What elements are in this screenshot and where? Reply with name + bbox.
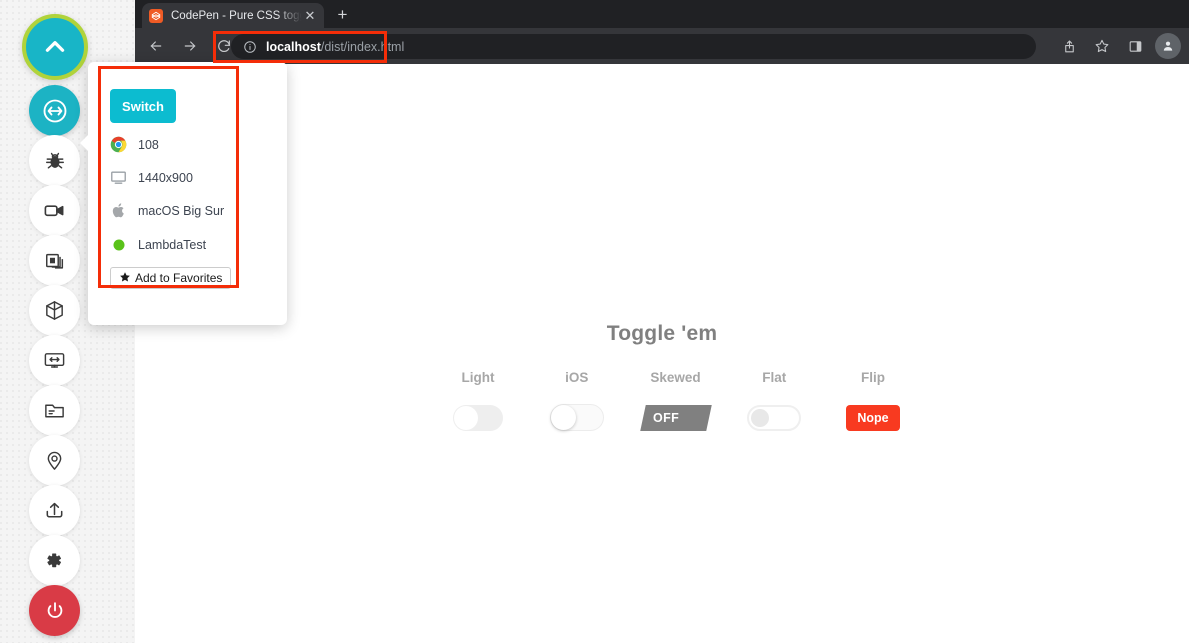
star-icon (119, 271, 131, 286)
tab-title: CodePen - Pure CSS toggle bu (171, 9, 303, 22)
browser-toolbar: localhost/dist/index.html (135, 28, 1189, 64)
sidebar-item-upload[interactable] (29, 485, 80, 536)
power-icon (44, 600, 66, 622)
add-to-favorites-label: Add to Favorites (135, 271, 223, 285)
sidebar-item-power-off[interactable] (29, 585, 80, 636)
toggle-label: Flat (762, 370, 787, 385)
cube-icon (43, 299, 66, 322)
info-circle-icon (243, 40, 257, 54)
gear-icon (43, 549, 66, 572)
toolbar-right-icons (1049, 28, 1181, 64)
toggle-label: Light (461, 370, 495, 385)
bug-icon (44, 150, 66, 172)
sidebar-item-responsive[interactable] (29, 335, 80, 386)
tab-strip: CodePen - Pure CSS toggle bu ✕ + (135, 0, 1189, 28)
lambdatest-logo[interactable] (22, 14, 88, 80)
popup-row-os: macOS Big Sur (110, 202, 224, 219)
toggle-label: Skewed (650, 370, 701, 385)
address-bar[interactable]: localhost/dist/index.html (231, 34, 1036, 59)
sidebar-item-bug-report[interactable] (29, 135, 80, 186)
add-to-favorites-button[interactable]: Add to Favorites (110, 267, 232, 289)
share-icon[interactable] (1056, 33, 1082, 59)
toggle-skewed: Skewed OFF (630, 370, 722, 431)
sidebar-item-screenshot[interactable] (29, 235, 80, 286)
profile-avatar[interactable] (1155, 33, 1181, 59)
lambdatest-extension-popup: Switch 108 1440x900 macOS Big Sur Lambda… (88, 62, 287, 325)
popup-row-label: 108 (138, 137, 159, 152)
popup-row-browser: 108 (110, 136, 159, 153)
popup-row-account: LambdaTest (110, 236, 206, 253)
tab-close-icon[interactable]: ✕ (303, 9, 317, 23)
forward-button[interactable] (177, 33, 203, 59)
toggle-flip: Flip Nope (827, 370, 919, 431)
sidebar-item-cube[interactable] (29, 285, 80, 336)
sidebar-item-record-video[interactable] (29, 185, 80, 236)
location-pin-icon (43, 449, 66, 472)
light-switch[interactable] (453, 404, 503, 431)
browser-window: CodePen - Pure CSS toggle bu ✕ + (135, 0, 1189, 643)
sidebar-item-settings[interactable] (29, 535, 80, 586)
skewed-switch-state: OFF (652, 410, 679, 425)
sync-switch-icon (41, 97, 69, 125)
chrome-icon (110, 136, 127, 153)
monitor-icon (110, 169, 127, 186)
browser-tab[interactable]: CodePen - Pure CSS toggle bu ✕ (142, 3, 324, 28)
skewed-switch[interactable]: OFF (639, 404, 712, 431)
screen: CodePen - Pure CSS toggle bu ✕ + (0, 0, 1189, 643)
toggle-ios: iOS (531, 370, 623, 431)
upload-icon (43, 499, 66, 522)
new-tab-button[interactable]: + (333, 6, 352, 25)
toggle-flat: Flat (728, 370, 820, 431)
bookmark-star-icon[interactable] (1089, 33, 1115, 59)
popup-row-resolution: 1440x900 (110, 169, 193, 186)
page-title: Toggle 'em (606, 322, 718, 345)
address-bar-url: localhost/dist/index.html (266, 40, 404, 54)
back-button[interactable] (143, 33, 169, 59)
apple-icon (110, 202, 127, 219)
popup-row-label: macOS Big Sur (138, 203, 225, 218)
popup-row-label: 1440x900 (138, 170, 193, 185)
url-host: localhost (266, 39, 321, 54)
page-content: Toggle 'em Light iOS Skewed OFF Flat Fli… (135, 64, 1189, 643)
flip-switch[interactable]: Nope (846, 404, 900, 431)
sidebar-item-switch-browser[interactable] (29, 85, 80, 136)
codepen-favicon (149, 8, 163, 23)
switch-button[interactable]: Switch (110, 89, 176, 123)
video-camera-icon (43, 199, 66, 222)
toggle-row: Light iOS Skewed OFF Flat Flip Nope (432, 370, 919, 431)
sidebar-item-geolocation[interactable] (29, 435, 80, 486)
monitor-resize-icon (43, 349, 66, 372)
toggle-light: Light (432, 370, 524, 431)
folder-icon (43, 399, 66, 422)
popup-arrow (80, 134, 89, 152)
toggle-label: Flip (861, 370, 885, 385)
url-path: /dist/index.html (320, 39, 405, 54)
status-dot-icon (110, 236, 127, 253)
chevron-up-icon (42, 34, 68, 60)
flat-switch[interactable] (747, 404, 802, 431)
side-panel-icon[interactable] (1122, 33, 1148, 59)
popup-row-label: LambdaTest (138, 237, 207, 252)
screenshot-stack-icon (44, 250, 66, 272)
ios-switch[interactable] (549, 404, 604, 431)
toggle-label: iOS (565, 370, 589, 385)
sidebar-item-files[interactable] (29, 385, 80, 436)
